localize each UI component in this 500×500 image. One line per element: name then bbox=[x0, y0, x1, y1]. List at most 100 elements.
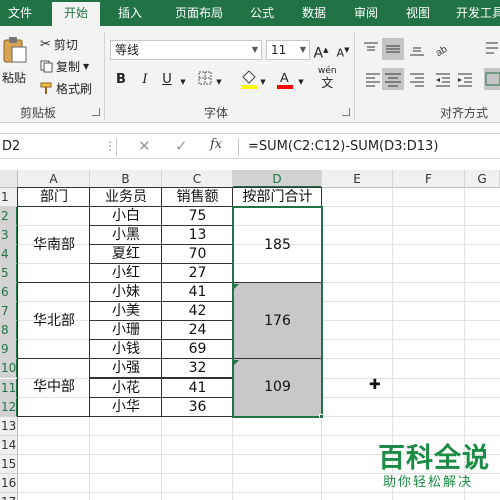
row-header-3[interactable]: 3 bbox=[0, 226, 18, 246]
tab-insert[interactable]: 插入 bbox=[106, 0, 154, 26]
paste-icon bbox=[3, 37, 27, 63]
copy-label: 复制 bbox=[56, 60, 81, 74]
align-left-icon[interactable] bbox=[364, 70, 382, 88]
chevron-down-icon[interactable]: ▼ bbox=[178, 73, 188, 91]
fill-handle[interactable] bbox=[319, 413, 324, 419]
row-header-2[interactable]: 2 bbox=[0, 207, 18, 227]
tab-view[interactable]: 视图 bbox=[398, 0, 438, 26]
font-launcher-icon[interactable] bbox=[342, 108, 350, 116]
grow-font-button[interactable]: A▲ bbox=[312, 41, 330, 62]
font-group-label: 字体 bbox=[204, 106, 229, 120]
row-header-6[interactable]: 6 bbox=[0, 283, 18, 303]
row-header-4[interactable]: 4 bbox=[0, 245, 18, 265]
tab-data[interactable]: 数据 bbox=[294, 0, 334, 26]
font-color-button[interactable]: A bbox=[276, 69, 294, 89]
row-header-1[interactable]: 1 bbox=[0, 188, 18, 208]
select-all-corner[interactable] bbox=[0, 170, 18, 188]
sales-value: 32 bbox=[188, 360, 207, 377]
underline-button[interactable]: U bbox=[158, 71, 176, 89]
salesperson-name: 夏红 bbox=[112, 246, 140, 263]
salesperson-name: 小华 bbox=[112, 398, 140, 415]
border-button[interactable] bbox=[196, 71, 214, 89]
row-header-14[interactable]: 14 bbox=[0, 435, 18, 455]
cut-button[interactable]: ✂ 剪切 bbox=[40, 36, 78, 53]
chevron-down-icon: ▼ bbox=[83, 62, 90, 71]
column-header-e[interactable]: E bbox=[322, 170, 393, 188]
row-header-7[interactable]: 7 bbox=[0, 302, 18, 322]
sales-value: 27 bbox=[188, 265, 207, 282]
italic-button[interactable]: I bbox=[136, 71, 154, 89]
font-color-icon: A bbox=[277, 70, 293, 89]
chevron-down-icon[interactable]: ▼ bbox=[258, 73, 268, 91]
column-header-b[interactable]: B bbox=[90, 170, 162, 188]
row-header-11[interactable]: 11 bbox=[0, 378, 18, 398]
row-header-13[interactable]: 13 bbox=[0, 416, 18, 436]
column-header-d[interactable]: D bbox=[233, 170, 322, 188]
cancel-icon[interactable]: ✕ bbox=[138, 137, 151, 155]
column-header-f[interactable]: F bbox=[393, 170, 465, 188]
align-right-icon[interactable] bbox=[408, 70, 426, 88]
chevron-down-icon[interactable]: ▼ bbox=[296, 73, 306, 91]
row-header-12[interactable]: 12 bbox=[0, 397, 18, 417]
chevron-down-icon[interactable]: ▼ bbox=[214, 73, 224, 91]
font-name-dropdown[interactable]: 等线 ▼ bbox=[110, 40, 262, 60]
align-top-icon[interactable] bbox=[362, 40, 380, 58]
row-header-8[interactable]: 8 bbox=[0, 321, 18, 341]
decrease-indent-icon[interactable] bbox=[434, 70, 452, 88]
header-cell-label: 业务员 bbox=[105, 189, 147, 205]
sales-value: 70 bbox=[188, 246, 207, 263]
align-middle-icon[interactable] bbox=[382, 38, 404, 60]
column-header-a[interactable]: A bbox=[18, 170, 90, 188]
row-header-17[interactable]: 17 bbox=[0, 492, 18, 500]
grow-font-icon: A bbox=[313, 45, 324, 62]
tab-formulas[interactable]: 公式 bbox=[242, 0, 282, 26]
watermark-subtitle: 助你轻松解决 bbox=[383, 475, 474, 490]
column-header-g[interactable]: G bbox=[465, 170, 500, 188]
column-header-c[interactable]: C bbox=[162, 170, 233, 188]
clipboard-launcher-icon[interactable] bbox=[92, 108, 100, 116]
font-size-dropdown[interactable]: 11 ▼ bbox=[266, 40, 310, 60]
confirm-icon[interactable]: ✓ bbox=[175, 137, 188, 155]
shrink-font-icon: A bbox=[336, 46, 345, 60]
sales-value: 42 bbox=[188, 303, 207, 320]
alignment-group-label: 对齐方式 bbox=[440, 106, 489, 120]
tab-page-layout[interactable]: 页面布局 bbox=[162, 0, 236, 26]
formula-bar-divider bbox=[116, 138, 117, 156]
phonetic-guide-button[interactable]: wén 文 bbox=[318, 66, 337, 90]
align-bottom-icon[interactable] bbox=[408, 40, 426, 58]
increase-indent-icon[interactable] bbox=[456, 70, 474, 88]
tab-home[interactable]: 开始 bbox=[52, 2, 100, 26]
shrink-font-button[interactable]: A▼ bbox=[334, 41, 352, 60]
copy-icon bbox=[40, 60, 53, 73]
orientation-icon[interactable]: ab bbox=[434, 40, 452, 58]
align-center-icon[interactable] bbox=[382, 68, 404, 90]
insert-function-icon[interactable]: fx bbox=[210, 137, 222, 152]
sales-value: 24 bbox=[188, 322, 207, 339]
name-box[interactable]: D2 bbox=[0, 136, 100, 157]
tab-review[interactable]: 审阅 bbox=[346, 0, 386, 26]
row-header-10[interactable]: 10 bbox=[0, 359, 18, 379]
merge-center-icon[interactable] bbox=[484, 68, 500, 90]
bold-button[interactable]: B bbox=[112, 71, 130, 89]
header-cell-label: 部门 bbox=[40, 189, 68, 205]
font-size-value: 11 bbox=[271, 43, 287, 57]
row-header-16[interactable]: 16 bbox=[0, 473, 18, 493]
tab-developer[interactable]: 开发工具 bbox=[450, 0, 500, 26]
font-name-value: 等线 bbox=[115, 43, 140, 57]
row-header-9[interactable]: 9 bbox=[0, 340, 18, 360]
crosshair-cursor-icon: ✚ bbox=[369, 377, 381, 393]
formula-bar: D2 ⋮ ✕ ✓ fx =SUM(C2:C12)-SUM(D3:D13) bbox=[0, 133, 500, 159]
name-box-more-icon[interactable]: ⋮ bbox=[104, 139, 116, 153]
sales-value: 36 bbox=[188, 398, 207, 415]
paste-button[interactable]: 粘贴 bbox=[2, 36, 28, 86]
row-header-5[interactable]: 5 bbox=[0, 264, 18, 284]
format-painter-button[interactable]: 格式刷 bbox=[40, 80, 92, 97]
formula-input[interactable]: =SUM(C2:C12)-SUM(D3:D13) bbox=[248, 136, 438, 157]
sales-value: 41 bbox=[188, 284, 207, 301]
tab-file[interactable]: 文件 bbox=[0, 0, 40, 26]
copy-button[interactable]: 复制 ▼ bbox=[40, 58, 89, 75]
fill-color-button[interactable] bbox=[240, 69, 258, 89]
department-label: 华南部 bbox=[33, 237, 75, 254]
wrap-text-icon[interactable] bbox=[484, 38, 500, 60]
row-header-15[interactable]: 15 bbox=[0, 454, 18, 474]
